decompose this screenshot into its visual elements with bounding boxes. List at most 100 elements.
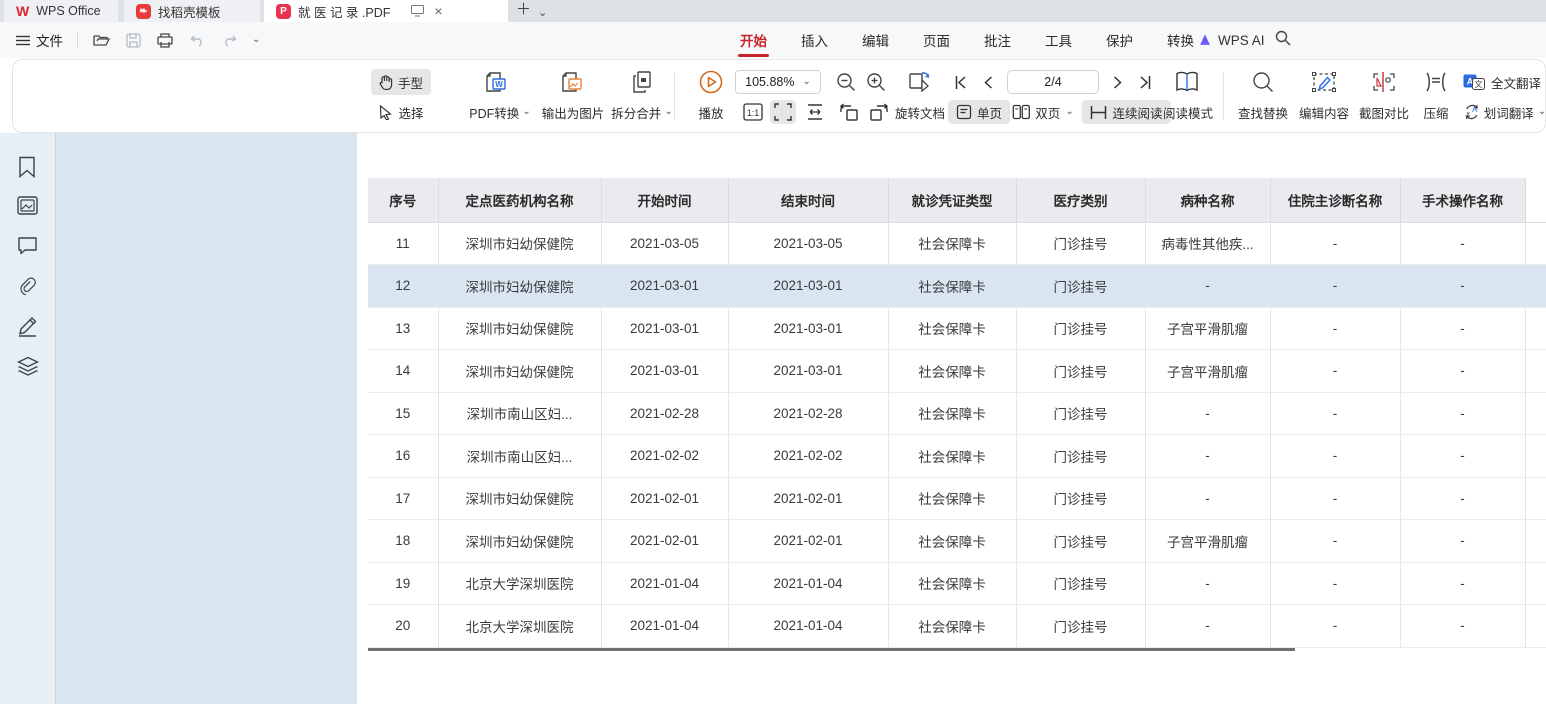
- table-row[interactable]: 18深圳市妇幼保健院2021-02-012021-02-01社会保障卡门诊挂号子…: [368, 520, 1546, 563]
- find-replace-icon[interactable]: [1252, 69, 1274, 95]
- redo-icon[interactable]: [220, 31, 238, 49]
- table-row[interactable]: 12深圳市妇幼保健院2021-03-012021-03-01社会保障卡门诊挂号-…: [368, 265, 1546, 308]
- single-page-button[interactable]: 单页: [948, 100, 1010, 124]
- split-merge-icon[interactable]: [631, 69, 653, 95]
- screenshot-compare-button[interactable]: 截图对比: [1359, 100, 1409, 124]
- table-row[interactable]: 15深圳市南山区妇...2021-02-282021-02-28社会保障卡门诊挂…: [368, 392, 1546, 435]
- select-tool-button[interactable]: 选择: [378, 100, 423, 124]
- table-cell: -: [1400, 520, 1525, 563]
- file-menu[interactable]: 文件: [16, 30, 63, 50]
- menu-tab-convert[interactable]: 转换: [1165, 22, 1196, 58]
- fit-width-button[interactable]: [805, 100, 825, 124]
- play-button[interactable]: 播放: [698, 100, 723, 124]
- table-cell: -: [1400, 350, 1525, 393]
- play-icon[interactable]: [699, 69, 723, 95]
- last-page-icon[interactable]: [1139, 69, 1151, 95]
- export-image-icon[interactable]: [560, 69, 586, 95]
- rotate-right-icon[interactable]: [869, 100, 889, 124]
- compress-button[interactable]: 压缩: [1423, 100, 1448, 124]
- attachment-icon[interactable]: [17, 276, 39, 298]
- table-cell: -: [1270, 222, 1400, 265]
- divider: [77, 32, 78, 48]
- table-cell: 深圳市妇幼保健院: [438, 222, 601, 265]
- print-icon[interactable]: [156, 31, 174, 49]
- new-tab-icon[interactable]: ＋: [516, 2, 531, 18]
- read-mode-icon[interactable]: [1175, 69, 1199, 95]
- refresh-pages-icon[interactable]: [906, 69, 932, 95]
- layers-icon[interactable]: [17, 356, 39, 378]
- continuous-read-button[interactable]: 连续阅读: [1081, 100, 1170, 124]
- edit-content-icon[interactable]: [1311, 69, 1337, 95]
- save-icon[interactable]: [124, 31, 142, 49]
- present-to-screen-icon[interactable]: [411, 5, 424, 17]
- pdf-page[interactable]: 序号定点医药机构名称开始时间结束时间就诊凭证类型医疗类别病种名称住院主诊断名称手…: [357, 133, 1546, 704]
- chevron-down-icon: ⌄: [522, 107, 530, 117]
- double-page-button[interactable]: 双页 ⌄: [1012, 100, 1073, 124]
- full-translate-button[interactable]: A文 全文翻译: [1463, 69, 1541, 95]
- wps-ai-button[interactable]: WPS AI: [1198, 33, 1265, 48]
- table-cell: 门诊挂号: [1016, 562, 1145, 605]
- screenshot-compare-icon[interactable]: [1371, 69, 1397, 95]
- find-replace-button[interactable]: 查找替换: [1238, 100, 1288, 124]
- menu-tab-annotate[interactable]: 批注: [982, 22, 1013, 58]
- table-cell: 2021-03-01: [601, 350, 728, 393]
- export-image-button[interactable]: 输出为图片: [542, 100, 605, 124]
- signature-icon[interactable]: [17, 316, 39, 338]
- wps-pdf-window: W WPS Office ❧ 找稻壳模板 P 就 医 记 录 .PDF × ＋ …: [0, 0, 1546, 704]
- undo-icon[interactable]: [188, 31, 206, 49]
- rotate-doc-button[interactable]: 旋转文档: [895, 100, 945, 124]
- read-mode-button[interactable]: 阅读模式: [1163, 100, 1213, 124]
- table-row[interactable]: 14深圳市妇幼保健院2021-03-012021-03-01社会保障卡门诊挂号子…: [368, 350, 1546, 393]
- zoom-in-icon[interactable]: [866, 69, 886, 95]
- zoom-level-select[interactable]: 105.88%⌄: [735, 69, 821, 95]
- actual-size-button[interactable]: 1:1: [743, 100, 763, 124]
- comments-icon[interactable]: [17, 236, 39, 258]
- bookmark-icon[interactable]: [17, 156, 39, 178]
- prev-page-icon[interactable]: [984, 69, 993, 95]
- table-cell: 子宫平滑肌瘤: [1145, 520, 1270, 563]
- table-cell: 社会保障卡: [888, 265, 1016, 308]
- pdf-convert-icon[interactable]: W: [484, 69, 510, 95]
- menu-tab-tools[interactable]: 工具: [1043, 22, 1074, 58]
- tab-docer-templates[interactable]: ❧ 找稻壳模板: [124, 0, 260, 22]
- close-tab-icon[interactable]: ×: [434, 3, 442, 19]
- table-row[interactable]: 20北京大学深圳医院2021-01-042021-01-04社会保障卡门诊挂号-…: [368, 605, 1546, 648]
- open-folder-icon[interactable]: [92, 31, 110, 49]
- table-cell: -: [1145, 562, 1270, 605]
- table-row[interactable]: 13深圳市妇幼保健院2021-03-012021-03-01社会保障卡门诊挂号子…: [368, 307, 1546, 350]
- menu-tab-insert[interactable]: 插入: [799, 22, 830, 58]
- fit-page-button[interactable]: [770, 100, 796, 124]
- table-cell: -: [1270, 520, 1400, 563]
- table-row[interactable]: 16深圳市南山区妇...2021-02-022021-02-02社会保障卡门诊挂…: [368, 435, 1546, 478]
- table-cell: 12: [368, 265, 438, 308]
- table-cell: -: [1400, 265, 1525, 308]
- edit-content-button[interactable]: 编辑内容: [1299, 100, 1349, 124]
- thumbnails-icon[interactable]: [17, 196, 39, 218]
- tab-list-chevron-icon[interactable]: ⌄: [538, 5, 547, 21]
- table-cell: -: [1145, 392, 1270, 435]
- compress-icon[interactable]: [1422, 69, 1450, 95]
- table-bottom-border: [368, 648, 1295, 651]
- word-translate-button[interactable]: xA 划词翻译 ⌄: [1464, 100, 1546, 124]
- hand-tool-button[interactable]: 手型: [371, 69, 431, 95]
- pdf-convert-button[interactable]: PDF转换⌄: [469, 100, 530, 124]
- tab-document-pdf[interactable]: P 就 医 记 录 .PDF ×: [264, 0, 508, 22]
- table-row[interactable]: 17深圳市妇幼保健院2021-02-012021-02-01社会保障卡门诊挂号-…: [368, 477, 1546, 520]
- table-row[interactable]: 11深圳市妇幼保健院2021-03-052021-03-05社会保障卡门诊挂号病…: [368, 222, 1546, 265]
- table-cell: 社会保障卡: [888, 520, 1016, 563]
- search-icon[interactable]: [1275, 30, 1291, 46]
- zoom-out-icon[interactable]: [836, 69, 856, 95]
- page-number-input[interactable]: 2/4: [1007, 69, 1099, 95]
- table-cell: -: [1400, 562, 1525, 605]
- menu-tab-protect[interactable]: 保护: [1104, 22, 1135, 58]
- split-merge-button[interactable]: 拆分合并⌄: [611, 100, 672, 124]
- rotate-left-icon[interactable]: [839, 100, 859, 124]
- first-page-icon[interactable]: [955, 69, 967, 95]
- tab-wps-office[interactable]: W WPS Office: [4, 0, 118, 22]
- menu-tab-edit[interactable]: 编辑: [860, 22, 891, 58]
- table-row[interactable]: 19北京大学深圳医院2021-01-042021-01-04社会保障卡门诊挂号-…: [368, 562, 1546, 605]
- menu-tab-home[interactable]: 开始: [738, 22, 769, 58]
- quickbar-chevron-icon[interactable]: ⌄: [252, 35, 260, 45]
- next-page-icon[interactable]: [1114, 69, 1123, 95]
- menu-tab-page[interactable]: 页面: [921, 22, 952, 58]
